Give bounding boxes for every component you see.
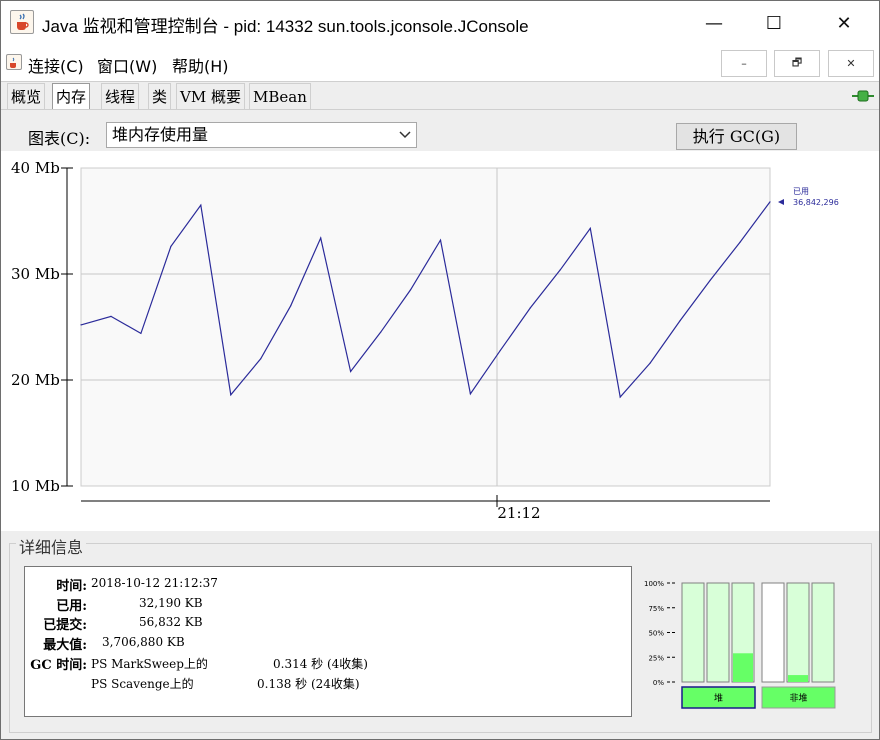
- used-data-point: [260, 358, 262, 360]
- pool-tick-label: 75%: [648, 605, 664, 613]
- perform-gc-button[interactable]: 执行 GC(G): [676, 123, 797, 150]
- tab-classes[interactable]: 类: [148, 83, 172, 109]
- used-data-point: [469, 393, 471, 395]
- mdi-close-button[interactable]: ✕: [828, 50, 874, 77]
- chart-selector-label: 图表(C):: [28, 129, 91, 148]
- tab-memory[interactable]: 内存: [52, 83, 91, 109]
- menu-connection[interactable]: 连接(C): [28, 53, 84, 77]
- used-data-point: [380, 331, 382, 333]
- used-data-point: [439, 239, 442, 241]
- used-data-point: [320, 237, 322, 239]
- title-bar: Java 监视和管理控制台 - pid: 14332 sun.tools.jco…: [1, 1, 879, 45]
- used-data-point: [230, 394, 232, 396]
- x-tick-label: 21:12: [497, 504, 540, 522]
- minimize-button[interactable]: —: [691, 1, 737, 45]
- tab-overview[interactable]: 概览: [7, 83, 46, 109]
- used-data-point: [409, 289, 412, 291]
- used-data-point: [350, 370, 352, 373]
- gc-scavenge-value: 0.138 秒 (24收集): [257, 677, 360, 691]
- heap-pool-label: 堆: [714, 693, 723, 704]
- memory-pool-bars: 100% 75% 50% 25% 0% 堆 非堆: [644, 580, 836, 709]
- java-coffee-icon: [6, 54, 22, 70]
- used-data-point: [170, 245, 172, 247]
- y-tick-label: 10 Mb: [11, 477, 60, 495]
- used-data-point: [769, 201, 771, 203]
- time-label: 时间:: [56, 579, 87, 594]
- nonheap-pool-bar[interactable]: [786, 582, 810, 683]
- close-button[interactable]: ✕: [821, 1, 867, 45]
- heap-pool-bar[interactable]: [706, 582, 730, 683]
- used-data-point: [619, 396, 621, 398]
- y-tick-label: 40 Mb: [11, 159, 60, 177]
- tab-mbean[interactable]: MBean: [249, 83, 311, 109]
- used-label: 已用:: [56, 599, 87, 614]
- gc-marksweep-value: 0.314 秒 (4收集): [273, 657, 368, 671]
- y-tick-label: 20 Mb: [11, 371, 60, 389]
- used-data-point: [709, 279, 711, 281]
- max-label: 最大值:: [43, 638, 87, 653]
- used-data-point: [140, 332, 142, 334]
- y-tick-label: 30 Mb: [11, 265, 60, 283]
- menu-help[interactable]: 帮助(H): [172, 53, 229, 77]
- plot-area: [80, 167, 771, 487]
- chevron-down-icon[interactable]: [399, 130, 411, 140]
- nonheap-pool-bar-fill: [788, 675, 808, 682]
- nonheap-pool-bar[interactable]: [761, 582, 785, 683]
- pool-tick-label: 25%: [648, 654, 664, 662]
- used-data-point: [110, 315, 112, 317]
- nonheap-pool-bar[interactable]: [811, 582, 835, 683]
- maximize-button[interactable]: ☐: [751, 1, 797, 45]
- used-data-point: [290, 305, 292, 307]
- used-data-point: [529, 307, 531, 309]
- menu-window[interactable]: 窗口(W): [97, 53, 157, 77]
- used-data-point: [589, 227, 591, 229]
- tab-vm-summary[interactable]: VM 概要: [176, 83, 245, 109]
- used-data-point: [559, 269, 561, 271]
- window-title: Java 监视和管理控制台 - pid: 14332 sun.tools.jco…: [42, 17, 529, 36]
- legend-series-name: 已用: [793, 187, 809, 196]
- used-data-point: [739, 241, 741, 243]
- gc-scavenge-name: PS Scavenge上的: [91, 677, 194, 691]
- used-data-point: [649, 362, 651, 364]
- java-coffee-icon: [10, 10, 34, 34]
- used-data-point: [200, 204, 202, 206]
- time-value: 2018-10-12 21:12:37: [91, 576, 218, 590]
- mdi-minimize-button[interactable]: –: [721, 50, 767, 77]
- used-data-point: [80, 324, 82, 326]
- max-value: 3,706,880 KB: [102, 635, 185, 649]
- connection-status-icon[interactable]: [852, 90, 874, 102]
- heap-pool-bar[interactable]: [681, 582, 705, 683]
- pool-tick-label: 100%: [644, 580, 664, 588]
- gc-time-label: GC 时间:: [30, 658, 87, 673]
- committed-value: 56,832 KB: [139, 615, 203, 629]
- jconsole-window: Java 监视和管理控制台 - pid: 14332 sun.tools.jco…: [0, 0, 880, 740]
- committed-label: 已提交:: [43, 618, 87, 633]
- nonheap-pool-label: 非堆: [789, 692, 807, 704]
- pool-tick-label: 50%: [648, 630, 664, 638]
- pool-tick-label: 0%: [653, 679, 664, 687]
- memory-usage-chart: 40 Mb 30 Mb 20 Mb 10 Mb 21:12 已用 36,842,296: [1, 151, 879, 531]
- details-title: 详细信息: [16, 534, 87, 558]
- used-data-point: [499, 349, 501, 351]
- legend-current-value: 36,842,296: [793, 198, 839, 207]
- chart-select[interactable]: 堆内存使用量: [106, 122, 417, 148]
- tab-threads[interactable]: 线程: [101, 83, 140, 109]
- gc-marksweep-name: PS MarkSweep上的: [91, 657, 208, 671]
- used-value: 32,190 KB: [139, 596, 203, 610]
- mdi-restore-button[interactable]: 🗗: [774, 50, 820, 77]
- heap-pool-bar-fill: [733, 653, 753, 682]
- used-data-point: [679, 320, 681, 322]
